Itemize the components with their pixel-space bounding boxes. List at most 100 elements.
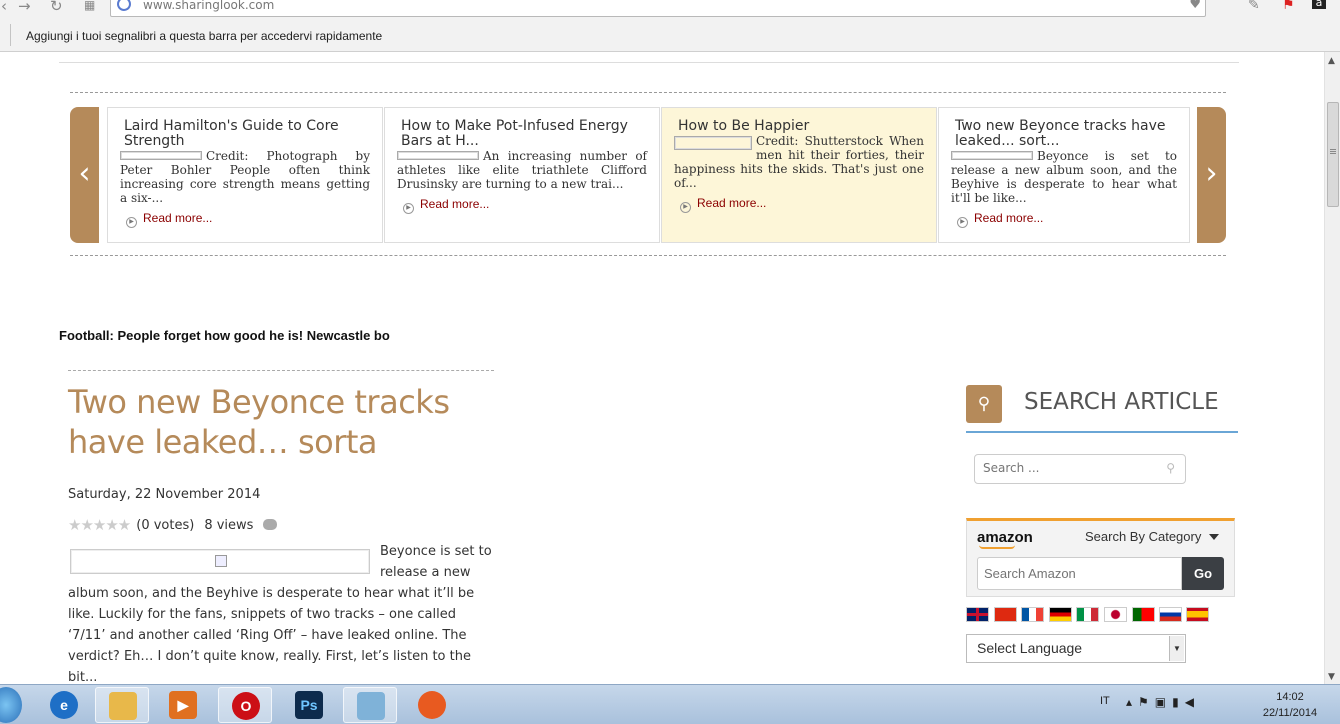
carousel-card[interactable]: Laird Hamilton's Guide to Core Strength …	[107, 107, 383, 243]
read-more-label[interactable]: Read more...	[420, 197, 489, 211]
scroll-thumb[interactable]	[1327, 102, 1339, 207]
system-clock[interactable]: 14:02 22/11/2014	[1252, 689, 1328, 721]
card-image-placeholder	[951, 151, 1033, 160]
magnifier-icon[interactable]: ⚲	[1166, 461, 1175, 475]
bookmark-heart-icon[interactable]: ♥	[1189, 0, 1201, 12]
read-more-link[interactable]: ▶ Read more...	[680, 196, 924, 213]
play-circle-icon: ▶	[403, 203, 414, 214]
search-heading-label: SEARCH ARTICLE	[1024, 389, 1219, 415]
taskbar-app-firewall[interactable]	[405, 687, 459, 723]
category-label[interactable]: Search By Category	[1085, 529, 1201, 544]
amazon-search-input[interactable]	[984, 566, 1174, 581]
bookmarks-bar: Aggiungi i tuoi segnalibri a questa barr…	[0, 20, 1340, 52]
chevron-right-icon: ›	[1205, 156, 1218, 191]
view-count: 8 views	[204, 518, 254, 533]
taskbar-app-media[interactable]: ▶	[156, 687, 210, 723]
card-image-placeholder	[120, 151, 202, 160]
flag-china-icon[interactable]	[994, 607, 1017, 622]
flag-spain-icon[interactable]	[1186, 607, 1209, 622]
card-title[interactable]: Two new Beyonce tracks have leaked... so…	[955, 119, 1177, 149]
article-title[interactable]: Two new Beyonce tracks have leaked… sort…	[68, 382, 508, 462]
amazon-logo: amazon	[977, 529, 1033, 549]
extension-icon[interactable]: ✎	[1248, 0, 1260, 13]
back-icon[interactable]: ‹	[1, 0, 7, 15]
reload-icon[interactable]: ↻	[50, 0, 63, 15]
page-scrollbar[interactable]: ▲ ▼	[1324, 52, 1340, 684]
extension-icons: ✎ ⚑ a	[1212, 0, 1340, 17]
windows-taskbar: e ▶ O Ps IT ▴⚑▣▮◀ 14:02 22/11/2014	[0, 684, 1340, 724]
taskbar-app-opera[interactable]: O	[218, 687, 272, 723]
card-title[interactable]: Laird Hamilton's Guide to Core Strength	[124, 119, 370, 149]
flag-russia-icon[interactable]	[1159, 607, 1182, 622]
carousel-card-highlighted[interactable]: How to Be Happier Credit: Shutterstock W…	[661, 107, 937, 243]
bookmark-flag-icon[interactable]: ⚑	[1282, 0, 1295, 13]
flag-italy-icon[interactable]	[1076, 607, 1099, 622]
input-language[interactable]: IT	[1100, 695, 1110, 707]
language-select[interactable]: Select Language ▼	[966, 634, 1186, 663]
carousel-card[interactable]: How to Make Pot-Infused Energy Bars at H…	[384, 107, 660, 243]
read-more-link[interactable]: ▶ Read more...	[126, 211, 370, 228]
flag-portugal-icon[interactable]	[1132, 607, 1155, 622]
start-button[interactable]	[0, 687, 22, 723]
taskbar-app-explorer[interactable]	[95, 687, 149, 723]
amazon-search-field[interactable]	[977, 557, 1182, 590]
forward-icon[interactable]: →	[18, 0, 31, 15]
search-icon: ⚲	[966, 385, 1002, 423]
translation-flags	[966, 607, 1216, 623]
select-arrow-icon[interactable]: ▼	[1169, 636, 1184, 661]
taskbar-app-ie[interactable]: e	[37, 687, 91, 723]
card-image-placeholder	[397, 151, 479, 160]
scroll-down-icon[interactable]: ▼	[1328, 672, 1335, 682]
read-more-label[interactable]: Read more...	[974, 211, 1043, 225]
amazon-extension-icon[interactable]: a	[1312, 0, 1326, 9]
address-bar[interactable]: www.sharinglook.com ♥	[110, 0, 1206, 17]
language-select-label[interactable]: Select Language	[977, 640, 1082, 656]
carousel-card[interactable]: Two new Beyonce tracks have leaked... so…	[938, 107, 1190, 243]
taskbar-app-notepad[interactable]	[343, 687, 397, 723]
article-rating: ★★★★★ (0 votes) 8 views	[68, 516, 278, 534]
read-more-label[interactable]: Read more...	[143, 211, 212, 225]
clock-date[interactable]: 22/11/2014	[1252, 705, 1328, 721]
rating-stars[interactable]: ★★★★★	[68, 516, 131, 534]
folder-icon	[109, 692, 137, 720]
page-info-icon[interactable]	[117, 0, 131, 11]
chevron-left-icon: ‹	[78, 156, 91, 191]
search-box[interactable]: ⚲	[974, 454, 1186, 484]
search-input[interactable]	[983, 461, 1153, 475]
card-title[interactable]: How to Make Pot-Infused Energy Bars at H…	[401, 119, 647, 149]
opera-icon: O	[232, 692, 260, 720]
read-more-link[interactable]: ▶ Read more...	[957, 211, 1177, 228]
internet-explorer-icon: e	[50, 691, 78, 719]
taskbar-app-photoshop[interactable]: Ps	[282, 687, 336, 723]
flag-germany-icon[interactable]	[1049, 607, 1072, 622]
photoshop-icon: Ps	[295, 691, 323, 719]
amazon-logo-text: amazon	[977, 529, 1033, 546]
play-circle-icon: ▶	[957, 217, 968, 228]
flag-japan-icon[interactable]	[1104, 607, 1127, 622]
page-content: ‹ Laird Hamilton's Guide to Core Strengt…	[0, 52, 1324, 684]
read-more-label[interactable]: Read more...	[697, 196, 766, 210]
amazon-category-dropdown[interactable]: Search By Category	[1085, 529, 1220, 544]
image-float-spacer	[68, 541, 380, 577]
article-body: Beyonce is set to release a new album so…	[68, 541, 494, 684]
firewall-icon	[418, 691, 446, 719]
carousel-prev-button[interactable]: ‹	[70, 107, 99, 243]
amazon-go-button[interactable]: Go	[1182, 557, 1224, 590]
flag-france-icon[interactable]	[1021, 607, 1044, 622]
play-circle-icon: ▶	[126, 217, 137, 228]
article-date: Saturday, 22 November 2014	[68, 487, 261, 502]
article-carousel: ‹ Laird Hamilton's Guide to Core Strengt…	[70, 92, 1226, 256]
carousel-next-button[interactable]: ›	[1197, 107, 1226, 243]
card-title[interactable]: How to Be Happier	[678, 119, 924, 134]
url-text[interactable]: www.sharinglook.com	[143, 0, 274, 12]
read-more-link[interactable]: ▶ Read more...	[403, 197, 647, 214]
divider	[59, 62, 1239, 63]
comment-icon[interactable]	[263, 519, 278, 530]
flag-uk-icon[interactable]	[966, 607, 989, 622]
news-ticker[interactable]: Football: People forget how good he is! …	[59, 328, 390, 343]
apps-grid-icon[interactable]: ▦	[84, 0, 95, 12]
vote-count: (0 votes)	[136, 518, 195, 533]
scroll-up-icon[interactable]: ▲	[1328, 56, 1335, 66]
system-tray-icons[interactable]: ▴⚑▣▮◀	[1126, 695, 1200, 709]
clock-time[interactable]: 14:02	[1252, 689, 1328, 705]
